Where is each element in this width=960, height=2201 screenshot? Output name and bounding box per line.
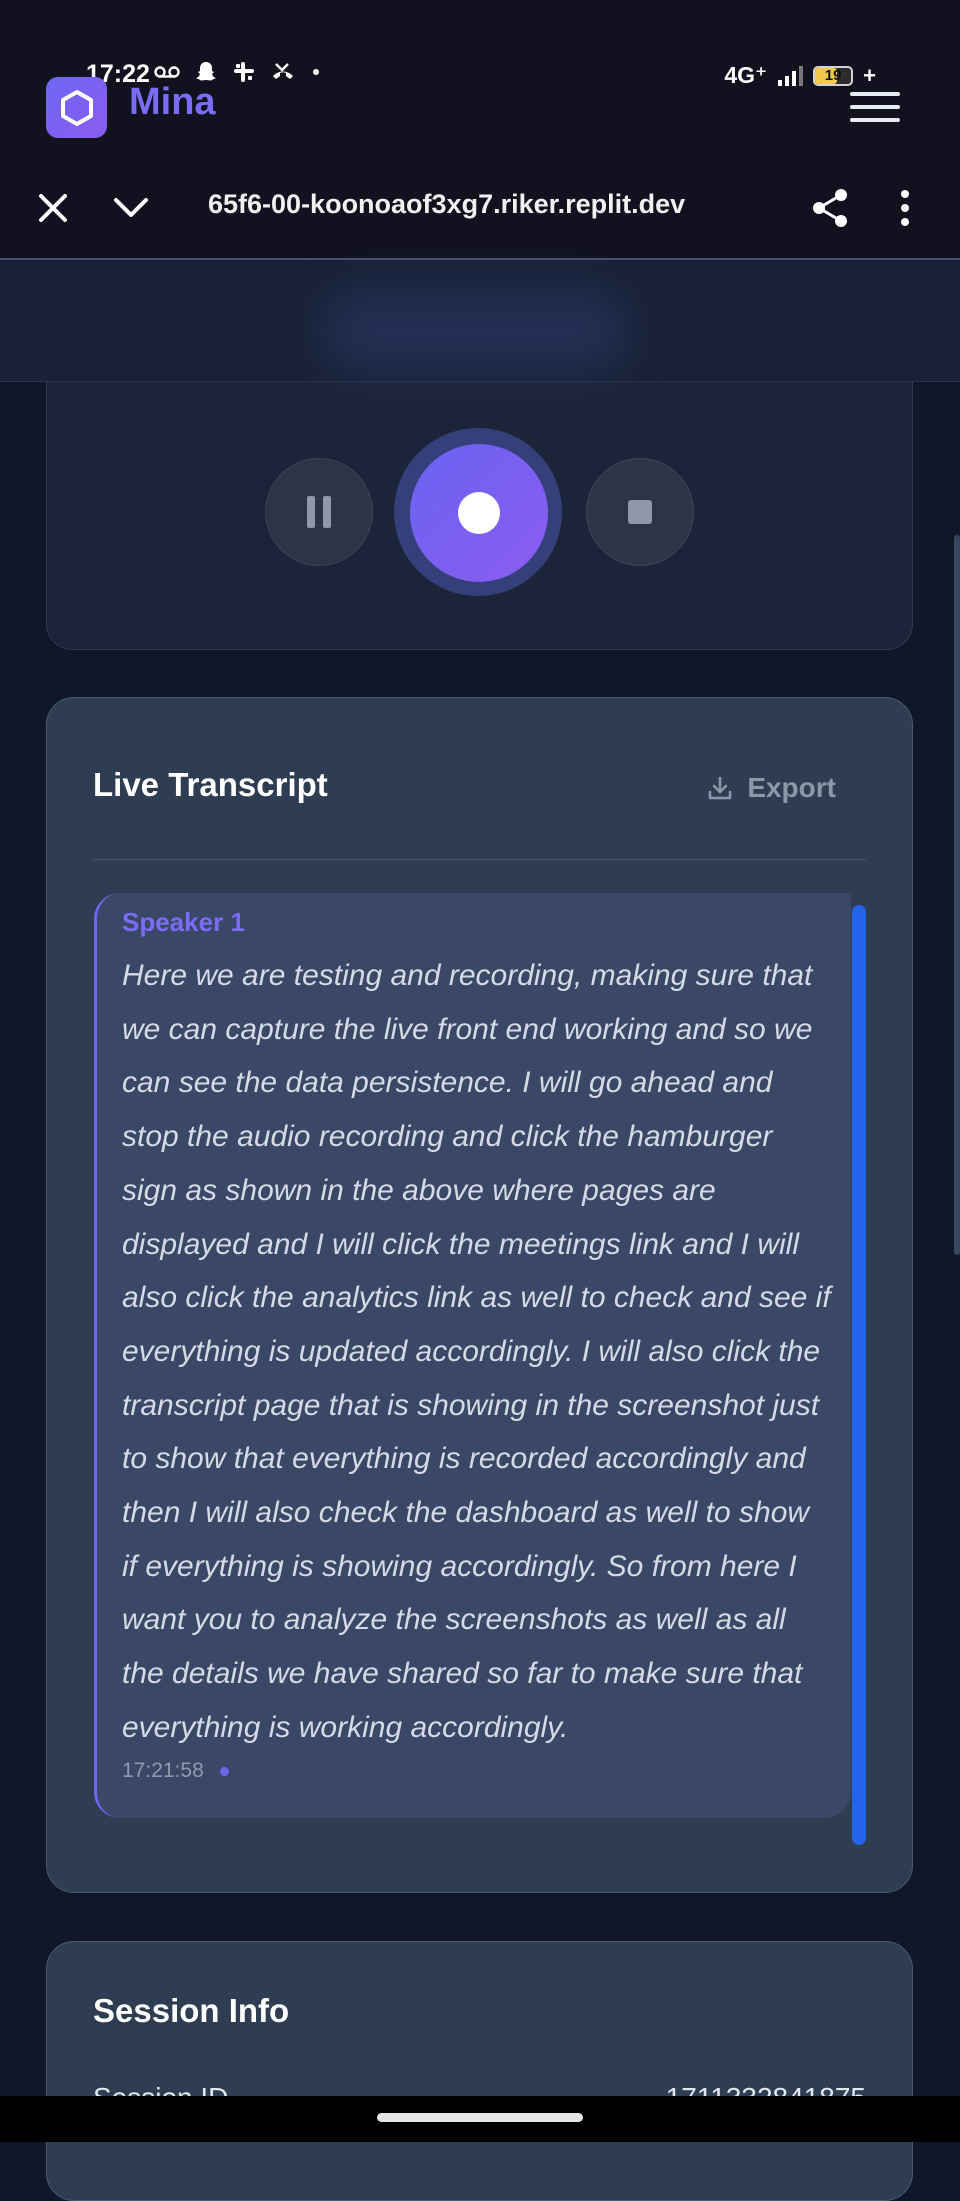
record-dot-icon	[458, 492, 500, 534]
session-info-card: Session Info Session ID 1711332841875	[46, 1941, 913, 2201]
close-icon[interactable]	[26, 181, 80, 235]
stop-button[interactable]	[586, 458, 694, 566]
hamburger-icon[interactable]	[850, 82, 900, 132]
pause-icon	[307, 496, 331, 528]
brand-name[interactable]: Mina	[129, 81, 216, 124]
stop-icon	[628, 500, 652, 524]
export-label: Export	[747, 772, 836, 803]
logo[interactable]	[46, 77, 107, 138]
page-scrollbar[interactable]	[954, 535, 960, 1255]
chevron-down-icon[interactable]	[104, 181, 158, 235]
network-label: 4G⁺	[724, 62, 768, 88]
session-info-title: Session Info	[93, 1992, 290, 2029]
timestamp-text: 17:21:58	[122, 1759, 204, 1782]
transcript-title: Live Transcript	[93, 766, 328, 803]
battery-icon: 19	[813, 65, 854, 86]
voicemail-icon	[154, 66, 180, 78]
export-button[interactable]: Export	[707, 772, 836, 804]
record-button[interactable]	[410, 444, 548, 582]
home-indicator[interactable]	[377, 2113, 583, 2122]
browser-bar: 65f6-00-koonoaof3xg7.riker.replit.dev	[0, 155, 960, 260]
transcript-card: Live Transcript Export Speaker 1 Here we…	[46, 697, 913, 1893]
more-vert-icon[interactable]	[878, 181, 932, 235]
hexagon-icon	[60, 89, 93, 126]
dot-icon	[313, 69, 319, 75]
divider	[93, 859, 866, 860]
battery-level: 19	[824, 66, 842, 84]
signal-icon	[778, 65, 804, 86]
url-bar[interactable]: 65f6-00-koonoaof3xg7.riker.replit.dev	[208, 189, 728, 220]
transcript-text: Here we are testing and recording, makin…	[122, 959, 831, 1744]
entry-timestamp: 17:21:58	[122, 1759, 229, 1783]
system-nav-bar	[0, 2096, 960, 2142]
share-icon[interactable]	[803, 181, 857, 235]
speaker-label: Speaker 1	[122, 907, 245, 937]
status-bar: 17:22 4G⁺ 19 +	[0, 0, 960, 155]
pause-button[interactable]	[265, 458, 373, 566]
transcript-scrollbar[interactable]	[852, 905, 866, 1845]
missed-call-icon	[273, 63, 293, 79]
transcript-entry: Speaker 1 Here we are testing and record…	[94, 893, 851, 1818]
download-icon	[709, 776, 732, 800]
slack-icon	[234, 62, 254, 82]
live-dot-icon	[219, 1766, 229, 1776]
app-header	[0, 260, 960, 382]
